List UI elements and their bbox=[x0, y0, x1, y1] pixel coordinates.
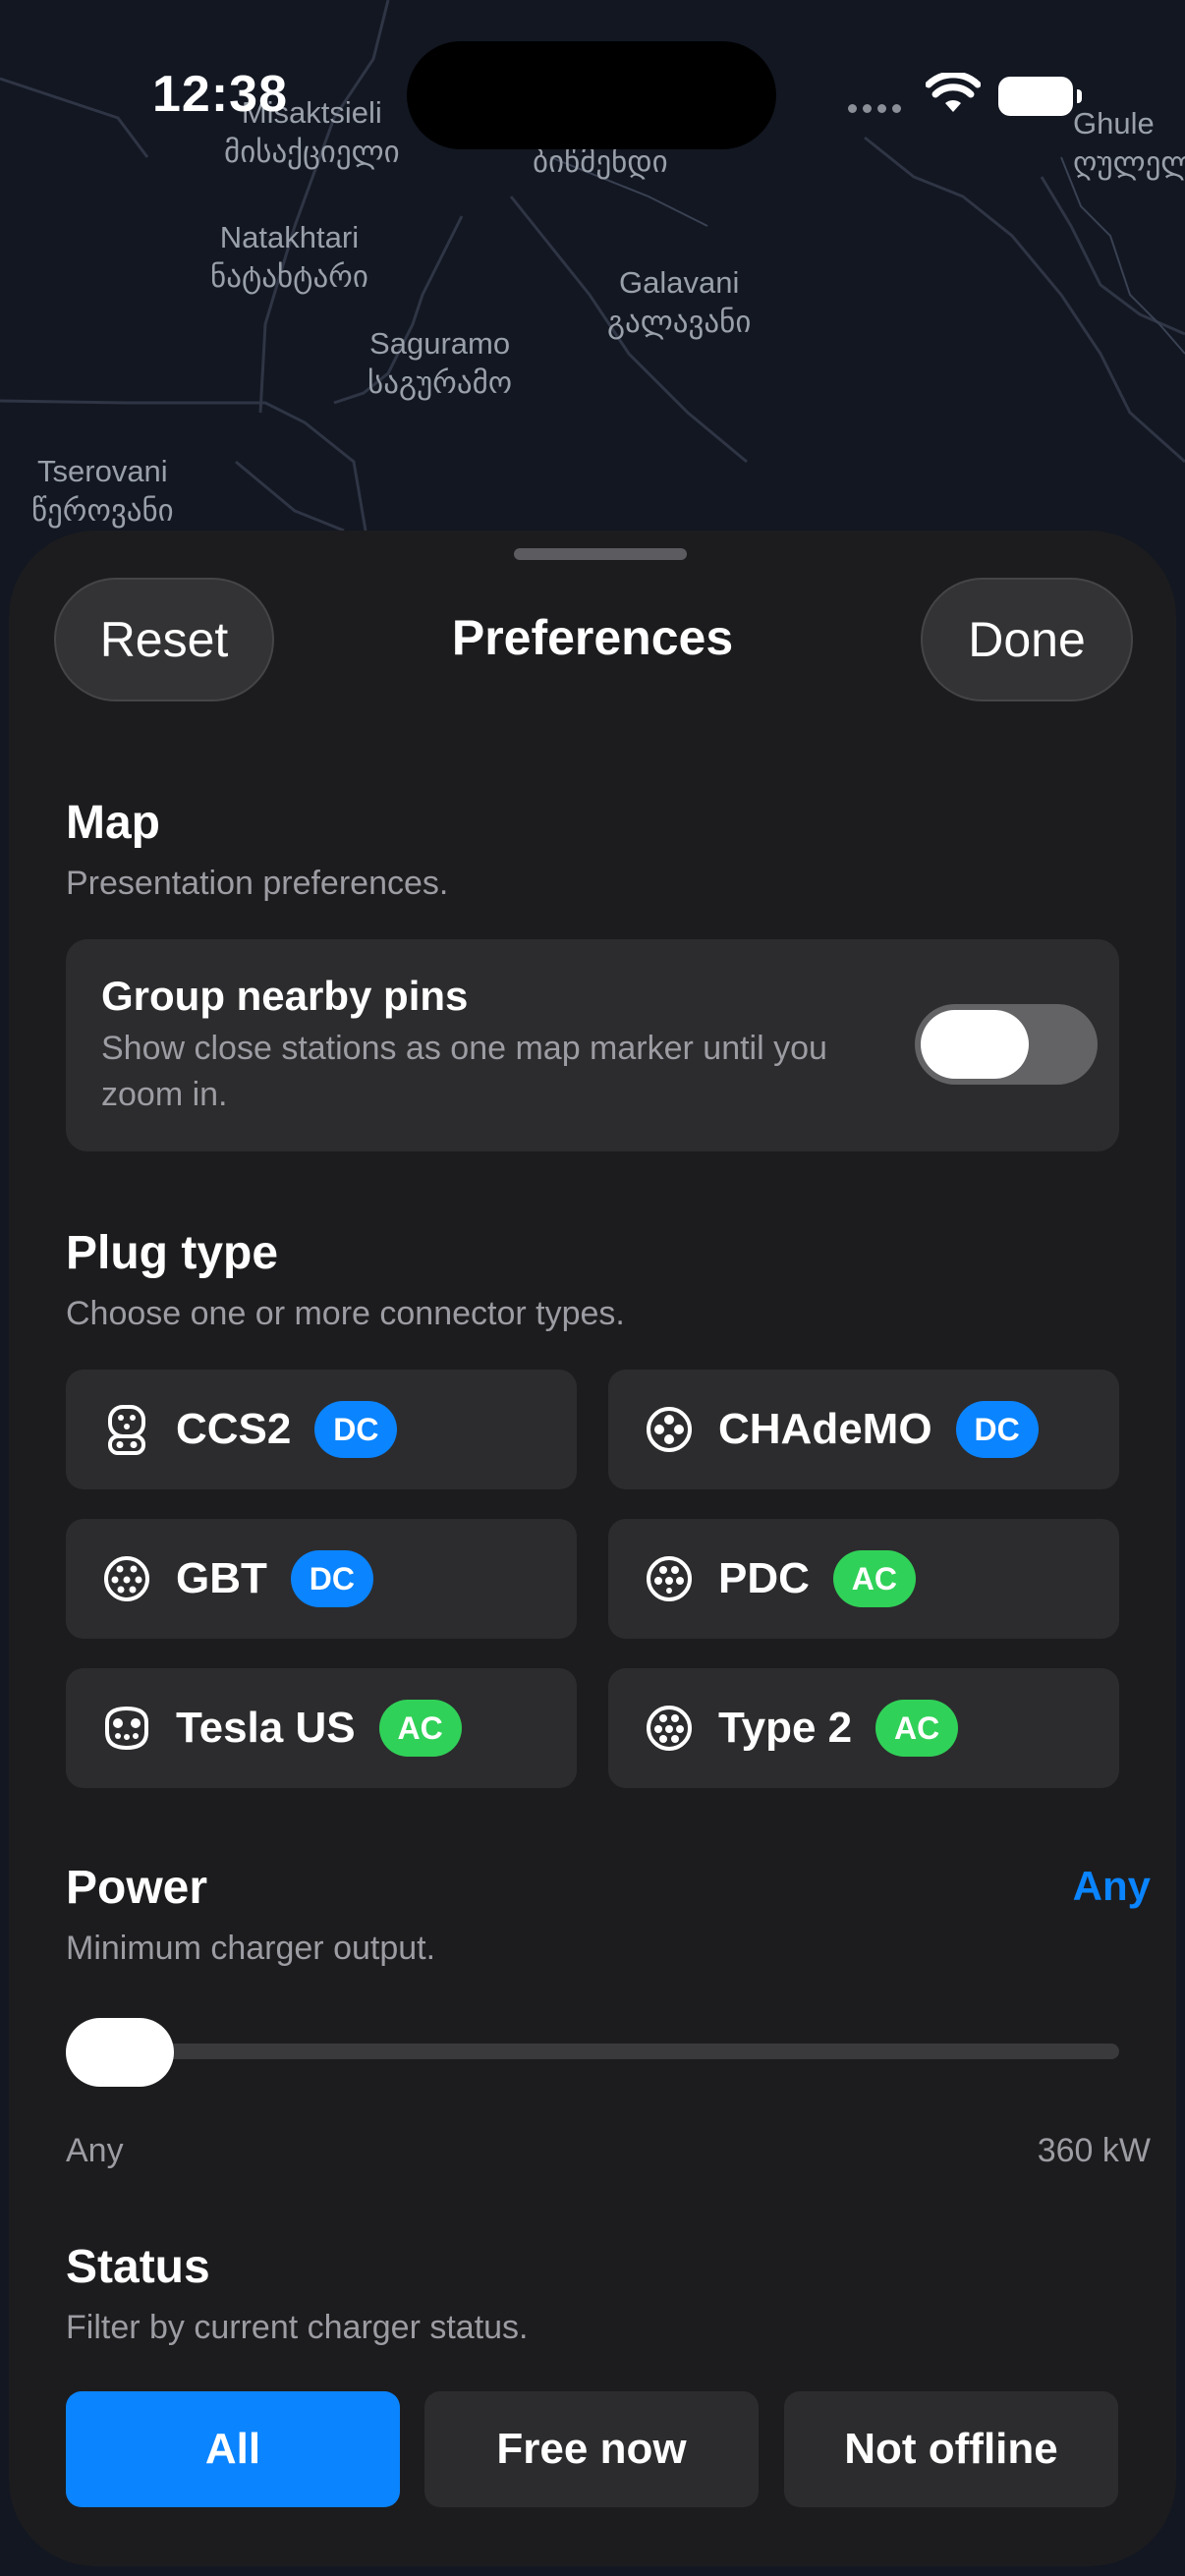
ac-badge: AC bbox=[875, 1700, 959, 1757]
status-not-offline-button[interactable]: Not offline bbox=[784, 2391, 1118, 2507]
plug-name: GBT bbox=[176, 1554, 267, 1602]
plug-name: PDC bbox=[718, 1554, 810, 1602]
map-section-title: Map bbox=[66, 797, 160, 849]
group-pins-toggle[interactable] bbox=[915, 1004, 1098, 1085]
map-label-ghule: Ghule ღულელ bbox=[1073, 106, 1185, 180]
map-label-galavani: Galavani გალავანი bbox=[607, 265, 752, 339]
map-label-saguramo: Saguramo საგურამო bbox=[367, 326, 513, 400]
power-section-subtitle: Minimum charger output. bbox=[66, 1930, 436, 1967]
ccs2-plug-icon bbox=[108, 1405, 145, 1455]
ac-badge: AC bbox=[378, 1700, 462, 1757]
plug-option-ccs2[interactable]: CCS2 DC bbox=[66, 1370, 577, 1489]
toggle-knob bbox=[921, 1010, 1029, 1079]
gbt-plug-icon bbox=[104, 1556, 149, 1601]
slider-max-label: 360 kW bbox=[1037, 2132, 1151, 2169]
power-value: Any bbox=[1072, 1863, 1151, 1909]
plug-option-gbt[interactable]: GBT DC bbox=[66, 1519, 577, 1639]
status-section-subtitle: Filter by current charger status. bbox=[66, 2309, 529, 2346]
type2-plug-icon bbox=[647, 1706, 692, 1751]
plug-section-title: Plug type bbox=[66, 1227, 279, 1279]
plug-option-tesla-us[interactable]: Tesla US AC bbox=[66, 1668, 577, 1788]
group-pins-row[interactable]: Group nearby pins Show close stations as… bbox=[66, 939, 1119, 1151]
dc-badge: DC bbox=[314, 1401, 398, 1458]
tesla-plug-icon bbox=[105, 1706, 148, 1751]
map-label-natakhtari: Natakhtari ნატახტარი bbox=[210, 220, 368, 294]
map-label-tserovani: Tserovani წეროვანი bbox=[31, 454, 174, 528]
power-section-title: Power bbox=[66, 1862, 208, 1914]
map-section-subtitle: Presentation preferences. bbox=[66, 865, 449, 902]
dc-badge: DC bbox=[290, 1550, 373, 1607]
status-all-button[interactable]: All bbox=[66, 2391, 400, 2507]
slider-min-label: Any bbox=[66, 2132, 124, 2169]
done-button[interactable]: Done bbox=[921, 578, 1133, 701]
sheet-grabber[interactable] bbox=[514, 548, 687, 560]
plug-option-chademo[interactable]: CHAdeMO DC bbox=[608, 1370, 1119, 1489]
plug-name: Tesla US bbox=[176, 1704, 356, 1752]
chademo-plug-icon bbox=[647, 1407, 692, 1452]
battery-icon bbox=[998, 77, 1082, 116]
power-slider-thumb[interactable] bbox=[66, 2018, 174, 2087]
plug-name: Type 2 bbox=[718, 1704, 853, 1752]
status-section-title: Status bbox=[66, 2241, 210, 2293]
plug-section-subtitle: Choose one or more connector types. bbox=[66, 1295, 625, 1332]
status-time: 12:38 bbox=[152, 66, 288, 123]
power-slider-track[interactable] bbox=[66, 2044, 1119, 2059]
wifi-icon bbox=[926, 73, 981, 112]
pdc-plug-icon bbox=[647, 1556, 692, 1601]
plug-option-type-2[interactable]: Type 2 AC bbox=[608, 1668, 1119, 1788]
group-pins-description: Show close stations as one map marker un… bbox=[101, 1030, 827, 1113]
plug-name: CCS2 bbox=[176, 1405, 292, 1453]
ac-badge: AC bbox=[832, 1550, 916, 1607]
dynamic-island bbox=[407, 41, 776, 149]
signal-dots-icon bbox=[848, 104, 901, 113]
status-free-now-button[interactable]: Free now bbox=[424, 2391, 759, 2507]
group-pins-title: Group nearby pins bbox=[101, 973, 469, 1019]
plug-name: CHAdeMO bbox=[718, 1405, 932, 1453]
plug-option-pdc[interactable]: PDC AC bbox=[608, 1519, 1119, 1639]
preferences-sheet: Reset Preferences Done Map Presentation … bbox=[9, 531, 1176, 2566]
dc-badge: DC bbox=[955, 1401, 1039, 1458]
